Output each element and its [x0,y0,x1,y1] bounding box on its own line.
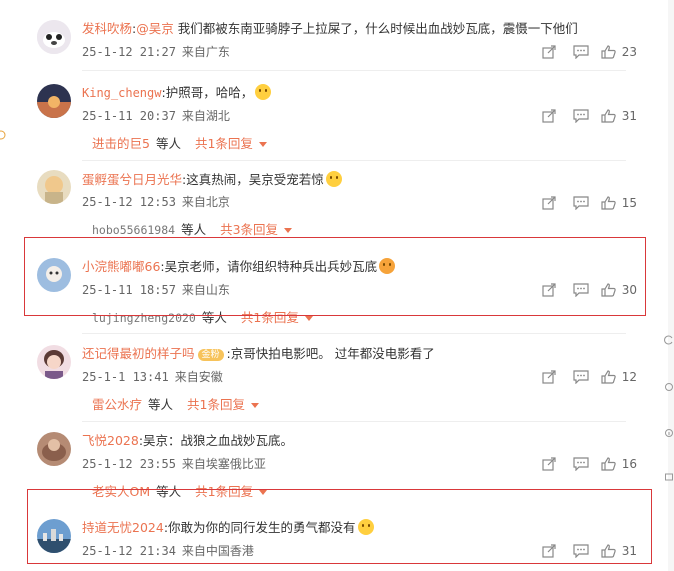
divider [82,421,626,422]
comment-line: King_chengw:护照哥，哈哈， [82,84,272,102]
chevron-down-icon [250,403,259,408]
chevron-down-icon [284,228,293,233]
comment-date: 25-1-12 23:55 [82,457,176,471]
right-panel-edge [668,0,674,571]
comment-location: 来自安徽 [174,370,223,384]
comment-date: 25-1-12 12:53 [82,195,176,209]
comment-text: 我们都被东南亚骑脖子上拉屎了，什么时候出血战妙瓦底，震慑一下他们 [173,21,578,36]
feedback-icon[interactable] [664,472,674,482]
warning-icon [0,130,6,140]
chevron-down-icon [258,142,267,147]
comment-actions: 16 [533,455,637,473]
divider [82,160,626,161]
comment-line: 发科吹杨:@吴京 我们都被东南亚骑脖子上拉屎了，什么时候出血战妙瓦底，震慑一下他… [82,21,578,36]
comment-text: :护照哥，哈哈， [161,85,254,100]
settings-icon[interactable] [664,382,674,392]
reply-count-link[interactable]: 共1条回复 [187,397,245,412]
comment-location: 来自北京 [181,195,230,209]
like-count: 31 [621,109,637,123]
reply-user-link[interactable]: 进击的巨5 [92,136,150,151]
avatar[interactable] [37,20,71,54]
reply-user-link[interactable]: 雷公水疗 [92,397,142,412]
comment-location: 来自广东 [181,45,230,59]
highlight-box [27,489,652,564]
thumbs-up-icon [601,457,616,471]
comment-text: :吴京：战狼之血战妙瓦底。 [138,433,294,448]
like-button[interactable]: 31 [601,109,637,123]
comment-feed: 发科吹杨:@吴京 我们都被东南亚骑脖子上拉屎了，什么时候出血战妙瓦底，震慑一下他… [0,0,652,571]
like-count: 16 [621,457,637,471]
username-link[interactable]: King_chengw [82,86,161,100]
thumbs-up-icon [601,109,616,123]
reply-summary[interactable]: 雷公水疗 等人 共1条回复 [92,397,259,413]
comment-meta: 25-1-12 23:55 来自埃塞俄比亚 [82,456,266,472]
like-button[interactable]: 15 [601,196,637,210]
like-count: 12 [621,370,637,384]
comment-location: 来自湖北 [181,109,230,123]
comment-line: 蛋孵蛋兮日月光华:这真热闹，吴京受宠若惊 [82,171,342,189]
fan-badge: 金粉 [197,349,224,361]
like-button[interactable]: 23 [601,45,637,59]
avatar[interactable] [37,432,71,466]
comment-icon[interactable] [565,455,597,473]
share-icon[interactable] [533,107,565,125]
reply-count-link[interactable]: 共3条回复 [220,222,278,237]
username-link[interactable]: 飞悦2028 [82,433,139,448]
comment-icon[interactable] [565,194,597,212]
share-icon[interactable] [533,455,565,473]
comment-icon[interactable] [565,43,597,61]
laughing-emoji-icon [325,171,342,187]
like-count: 15 [621,196,637,210]
comment-icon[interactable] [565,368,597,386]
reply-count-link[interactable]: 共1条回复 [195,136,253,151]
comment-date: 25-1-12 21:27 [82,45,176,59]
mention-link[interactable]: @吴京 [136,21,174,36]
comment-location: 来自埃塞俄比亚 [181,457,266,471]
comment-actions: 31 [533,107,637,125]
comment-icon[interactable] [565,107,597,125]
username-link[interactable]: 发科吹杨 [82,21,132,36]
thumbs-up-icon [601,45,616,59]
comment-meta: 25-1-12 21:27 来自广东 [82,44,230,60]
comment-date: 25-1-1 13:41 [82,370,169,384]
comment-actions: 15 [533,194,637,212]
comment-text: :京哥快拍电影吧。 过年都没电影看了 [226,346,435,361]
reply-user-link[interactable]: hobo55661984 [92,223,175,237]
like-count: 23 [621,45,637,59]
avatar[interactable] [37,345,71,379]
reply-summary[interactable]: hobo55661984 等人 共3条回复 [92,222,293,238]
username-link[interactable]: 还记得最初的样子吗 [82,346,195,361]
comment-text: :这真热闹，吴京受宠若惊 [182,172,324,187]
share-icon[interactable] [533,368,565,386]
like-button[interactable]: 16 [601,457,637,471]
username-link[interactable]: 蛋孵蛋兮日月光华 [82,172,182,187]
thumbs-up-icon [601,370,616,384]
comment-actions: 12 [533,368,637,386]
info-icon[interactable] [664,428,674,438]
avatar[interactable] [37,170,71,204]
comment-meta: 25-1-12 12:53 来自北京 [82,194,230,210]
divider [82,333,626,334]
comment-line: 飞悦2028:吴京：战狼之血战妙瓦底。 [82,432,293,450]
reply-summary[interactable]: 进击的巨5 等人 共1条回复 [92,136,267,152]
laughing-emoji-icon [255,84,272,100]
share-icon[interactable] [533,43,565,61]
comment-meta: 25-1-1 13:41 来自安徽 [82,369,223,385]
chevron-down-icon [304,316,313,321]
avatar[interactable] [37,84,71,118]
comment-meta: 25-1-11 20:37 来自湖北 [82,108,230,124]
like-button[interactable]: 12 [601,370,637,384]
comment-date: 25-1-11 20:37 [82,109,176,123]
thumbs-up-icon [601,196,616,210]
divider [82,70,626,71]
comment-actions: 23 [533,43,637,61]
share-icon[interactable] [533,194,565,212]
refresh-icon[interactable] [664,335,674,345]
highlight-box [24,237,646,316]
comment-line: 还记得最初的样子吗 金粉:京哥快拍电影吧。 过年都没电影看了 [82,345,435,363]
